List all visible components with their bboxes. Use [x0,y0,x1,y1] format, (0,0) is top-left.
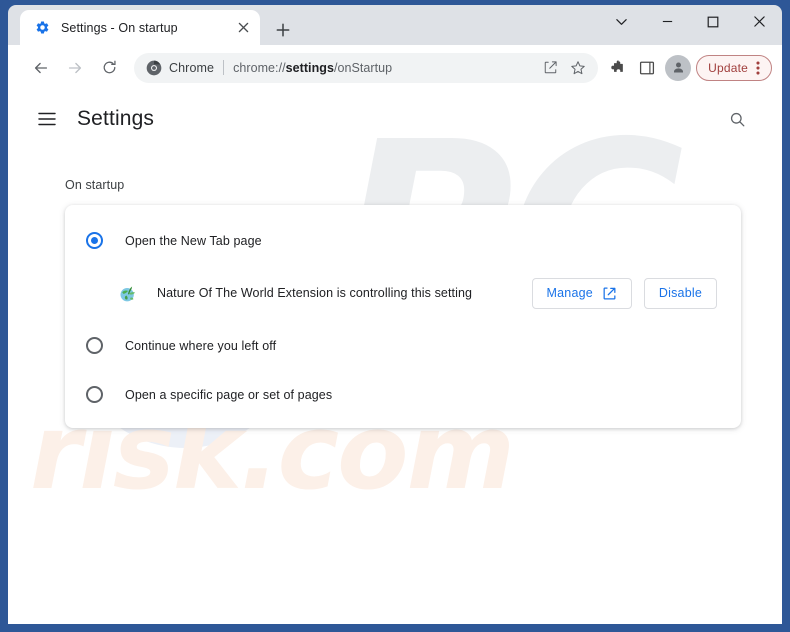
manage-button-label: Manage [546,286,593,300]
chrome-logo-icon [146,60,162,76]
radio-button-specific-pages[interactable] [86,386,103,403]
option-label: Open the New Tab page [125,233,262,248]
tab-strip: Settings - On startup [8,5,782,45]
startup-option-new-tab[interactable]: Open the New Tab page [65,216,741,265]
omnibox-divider [223,60,225,75]
radio-button-continue[interactable] [86,337,103,354]
update-button-label: Update [708,60,748,75]
section-label: On startup [65,178,125,192]
address-bar[interactable]: Chrome chrome://settings/onStartup [134,52,599,83]
option-label: Continue where you left off [125,338,277,353]
window-controls [598,5,782,45]
close-window-button[interactable] [736,5,782,38]
new-tab-button[interactable] [270,17,296,43]
three-dot-menu-icon[interactable] [748,57,768,79]
url-path: /onStartup [333,60,393,75]
manage-button[interactable]: Manage [531,277,632,309]
back-arrow-icon[interactable] [26,53,56,83]
star-icon[interactable] [564,54,592,82]
disable-button[interactable]: Disable [643,277,717,309]
browser-tab[interactable]: Settings - On startup [20,10,260,45]
page-title: Settings [77,107,155,130]
startup-option-specific-pages[interactable]: Open a specific page or set of pages [65,370,741,419]
extension-control-notice: Nature Of The World Extension is control… [65,265,741,321]
side-panel-icon[interactable] [632,53,662,83]
on-startup-card: Open the New Tab page Nature Of The Worl… [65,205,741,428]
external-link-icon [602,286,617,301]
settings-header: Settings [8,90,782,148]
search-icon[interactable] [720,102,754,136]
browser-toolbar: Chrome chrome://settings/onStartup Updat… [8,45,782,90]
reload-icon[interactable] [94,53,124,83]
url-prefix: chrome:// [233,60,286,75]
profile-avatar-icon[interactable] [665,54,692,81]
close-icon[interactable] [234,19,252,37]
omnibox-actions [536,54,592,82]
toolbar-actions: Update [602,53,774,83]
share-icon[interactable] [536,54,564,82]
nature-of-the-world-extension-icon [118,283,138,303]
extension-notice-text: Nature Of The World Extension is control… [157,286,473,300]
puzzle-piece-icon[interactable] [602,53,632,83]
minimize-button[interactable] [644,5,690,38]
settings-gear-icon [34,20,50,36]
disable-button-label: Disable [658,286,702,300]
tab-title: Settings - On startup [61,20,178,35]
maximize-button[interactable] [690,5,736,38]
tab-search-button[interactable] [598,5,644,38]
startup-option-continue[interactable]: Continue where you left off [65,321,741,370]
omnibox-chrome-label: Chrome [169,60,215,75]
url-host: settings [285,60,334,75]
omnibox-url: chrome://settings/onStartup [233,61,536,75]
option-label: Open a specific page or set of pages [125,387,333,402]
settings-page: PC risk.com Settings On startup Open the… [8,90,782,624]
hamburger-menu-icon[interactable] [30,102,64,136]
forward-arrow-icon [60,53,90,83]
browser-window: Settings - On startup Chrome chrome://se… [0,0,790,632]
radio-button-new-tab[interactable] [86,232,103,249]
update-button[interactable]: Update [696,54,772,81]
